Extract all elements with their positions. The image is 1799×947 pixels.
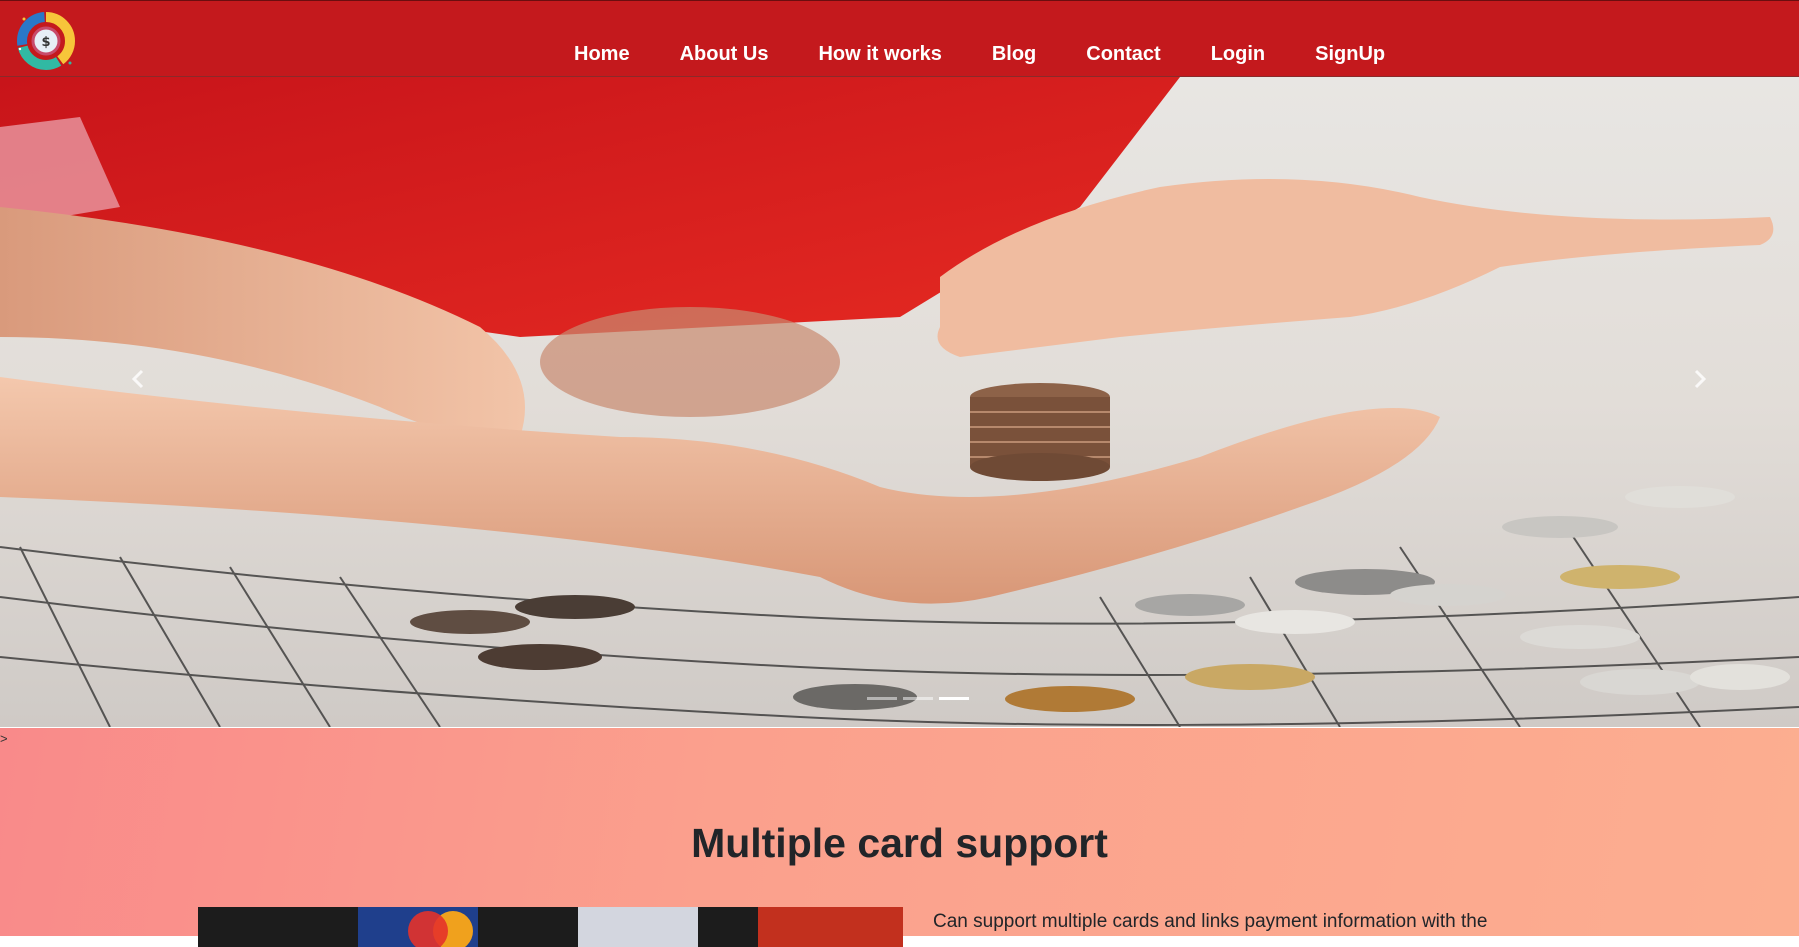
- nav-how-it-works-link[interactable]: How it works: [818, 43, 941, 65]
- chevron-right-icon: [1694, 369, 1707, 389]
- nav-signup-link[interactable]: SignUp: [1315, 43, 1385, 65]
- carousel-prev-control[interactable]: [118, 359, 158, 399]
- carousel-next-control[interactable]: [1680, 359, 1720, 399]
- hero-carousel: [0, 77, 1799, 727]
- nav-blog-link[interactable]: Blog: [992, 43, 1036, 65]
- nav-login-link[interactable]: Login: [1211, 43, 1265, 65]
- chevron-left-icon: [131, 369, 144, 389]
- feature-section: Multiple card support Can support multip…: [0, 728, 1799, 947]
- brand-logo-icon[interactable]: $: [14, 9, 78, 73]
- carousel-indicators: [867, 697, 969, 700]
- credit-cards-image: [198, 907, 903, 947]
- feature-title: Multiple card support: [691, 820, 1108, 866]
- nav-home-link[interactable]: Home: [574, 43, 630, 65]
- svg-text:$: $: [41, 35, 50, 50]
- main-nav: Home About Us How it works Blog Contact …: [574, 43, 1385, 65]
- carousel-indicator[interactable]: [903, 697, 933, 700]
- feature-description: Can support multiple cards and links pay…: [933, 911, 1488, 932]
- carousel-indicator-active[interactable]: [939, 697, 969, 700]
- hero-coins-photo: [0, 77, 1799, 727]
- carousel-indicator[interactable]: [867, 697, 897, 700]
- nav-contact-link[interactable]: Contact: [1086, 43, 1160, 65]
- top-navbar: $ Home About Us How it works Blog Contac…: [0, 0, 1799, 77]
- nav-about-us-link[interactable]: About Us: [680, 43, 769, 65]
- stray-text: >: [0, 731, 8, 746]
